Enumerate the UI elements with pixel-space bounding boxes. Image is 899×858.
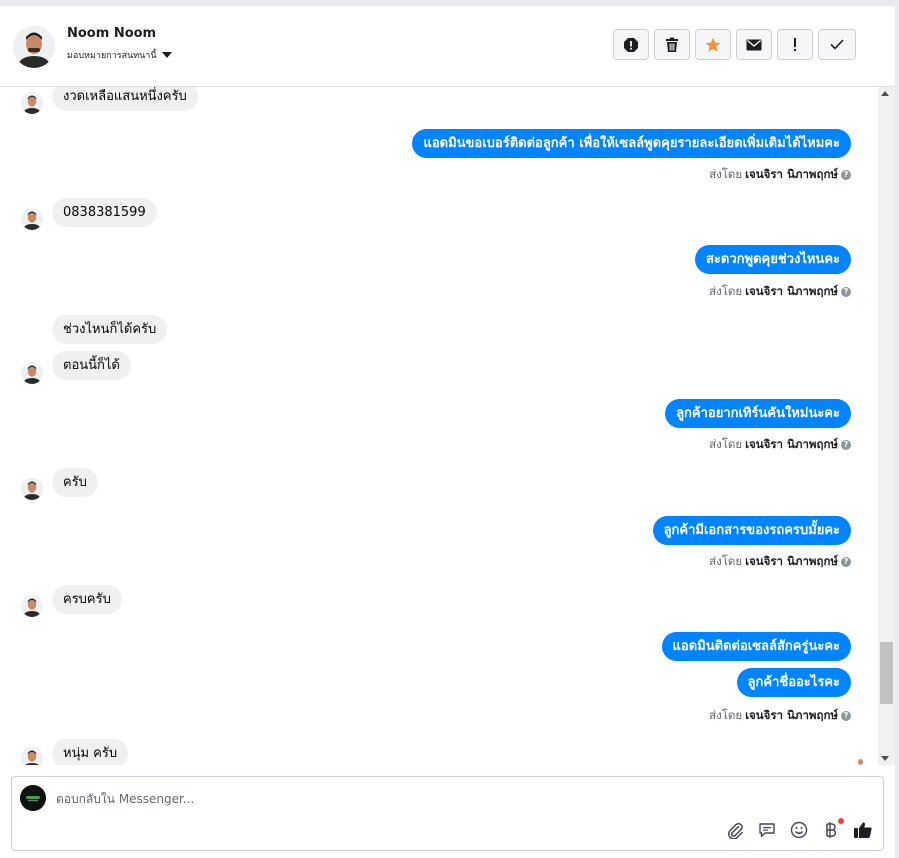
- sent-by-agent[interactable]: เจนจิรา นิภาพฤกษ์: [745, 553, 838, 571]
- exclamation-icon: [794, 37, 796, 51]
- sent-by-prefix: ส่งโดย: [709, 708, 743, 722]
- sent-by-label: ส่งโดย เจนจิรา นิภาพฤกษ์ ?: [709, 283, 851, 301]
- attach-button[interactable]: [725, 820, 745, 840]
- sender-avatar: [21, 362, 43, 384]
- outgoing-message: แอดมินติดต่อเซลล์สักครู่นะคะ: [661, 632, 851, 661]
- incoming-message: ช่วงไหนก็ได้ครับ: [52, 315, 168, 344]
- payment-button[interactable]: [821, 818, 844, 840]
- sender-avatar: [21, 747, 43, 765]
- sent-by-label: ส่งโดย เจนจิรา นิภาพฤกษ์ ?: [709, 553, 851, 571]
- incoming-message: 0838381599: [52, 198, 157, 227]
- right-edge: [895, 0, 899, 858]
- thread-scrollbar[interactable]: [878, 87, 895, 765]
- like-button[interactable]: [853, 820, 873, 840]
- help-icon[interactable]: ?: [841, 287, 851, 297]
- composer-tools: [725, 818, 873, 840]
- follow-up-button[interactable]: [777, 29, 813, 60]
- saved-reply-icon: [759, 823, 775, 838]
- incoming-message: งวดเหลือแสนหนึ่งครับ: [52, 87, 198, 111]
- incoming-message: ตอนนี้ก็ได้: [52, 351, 131, 380]
- seen-indicator: [858, 759, 863, 765]
- outgoing-message: ลูกค้ามีเอกสารของรถครบมั้ยคะ: [652, 516, 851, 545]
- sent-by-prefix: ส่งโดย: [709, 554, 743, 568]
- mark-unread-button[interactable]: [736, 29, 772, 60]
- reply-input[interactable]: [56, 789, 756, 809]
- outgoing-message: ลูกค้าอยากเทิร์นคันใหม่นะคะ: [665, 399, 851, 428]
- help-icon[interactable]: ?: [841, 170, 851, 180]
- sent-by-prefix: ส่งโดย: [709, 284, 743, 298]
- emoji-icon: [790, 821, 808, 839]
- outgoing-message: สะดวกพูดคุยช่วงไหนคะ: [695, 245, 851, 274]
- help-icon[interactable]: ?: [841, 440, 851, 450]
- notification-dot: [838, 818, 844, 824]
- incoming-message: หนุ่ม ครับ: [52, 739, 129, 765]
- sent-by-prefix: ส่งโดย: [709, 167, 743, 181]
- contact-avatar[interactable]: [13, 26, 55, 68]
- assign-label: มอบหมายการสนทนานี้: [67, 51, 157, 61]
- help-icon[interactable]: ?: [841, 557, 851, 567]
- sent-by-label: ส่งโดย เจนจิรา นิภาพฤกษ์ ?: [709, 707, 851, 725]
- sent-by-agent[interactable]: เจนจิรา นิภาพฤกษ์: [745, 283, 838, 301]
- trash-icon: [666, 37, 678, 52]
- thumbs-up-icon: [854, 822, 872, 838]
- star-button[interactable]: [695, 29, 731, 60]
- alert-icon: [624, 37, 638, 52]
- contact-name: Noom Noom: [67, 26, 157, 41]
- sender-avatar: [21, 595, 43, 617]
- mark-spam-button[interactable]: [613, 29, 649, 60]
- scrollbar-thumb[interactable]: [880, 642, 893, 704]
- sender-avatar: [21, 478, 43, 500]
- incoming-message: ครบครับ: [52, 585, 122, 614]
- star-icon: [705, 37, 721, 52]
- reply-composer: [11, 776, 884, 851]
- saved-replies-button[interactable]: [757, 820, 777, 840]
- sent-by-agent[interactable]: เจนจิรา นิภาพฤกษ์: [745, 436, 838, 454]
- header-actions: [613, 29, 856, 60]
- emoji-button[interactable]: [789, 820, 809, 840]
- sent-by-label: ส่งโดย เจนจิรา นิภาพฤกษ์ ?: [709, 166, 851, 184]
- scroll-down-arrow-icon[interactable]: [881, 756, 889, 761]
- check-icon: [830, 39, 844, 50]
- caret-down-icon: [161, 52, 172, 58]
- envelope-icon: [746, 39, 762, 50]
- sender-avatar: [21, 92, 43, 114]
- incoming-message: ครับ: [52, 468, 98, 497]
- page-avatar: [20, 785, 46, 811]
- sent-by-label: ส่งโดย เจนจิรา นิภาพฤกษ์ ?: [709, 436, 851, 454]
- mark-done-button[interactable]: [818, 29, 856, 60]
- delete-button[interactable]: [654, 29, 690, 60]
- conversation-header: Noom Noom มอบหมายการสนทนานี้: [0, 6, 895, 87]
- sent-by-agent[interactable]: เจนจิรา นิภาพฤกษ์: [745, 707, 838, 725]
- sent-by-prefix: ส่งโดย: [709, 437, 743, 451]
- paperclip-icon: [727, 822, 743, 839]
- baht-payment-icon: [826, 822, 837, 838]
- sender-avatar: [21, 208, 43, 230]
- outgoing-message: แอดมินขอเบอร์ติดต่อลูกค้า เพื่อให้เซลล์พ…: [412, 129, 851, 158]
- assign-conversation-dropdown[interactable]: มอบหมายการสนทนานี้: [67, 48, 172, 62]
- scroll-up-arrow-icon[interactable]: [881, 91, 889, 96]
- message-thread: งวดเหลือแสนหนึ่งครับ แอดมินขอเบอร์ติดต่อ…: [0, 87, 878, 765]
- outgoing-message: ลูกค้าชื่ออะไรคะ: [736, 668, 851, 697]
- sent-by-agent[interactable]: เจนจิรา นิภาพฤกษ์: [745, 166, 838, 184]
- help-icon[interactable]: ?: [841, 711, 851, 721]
